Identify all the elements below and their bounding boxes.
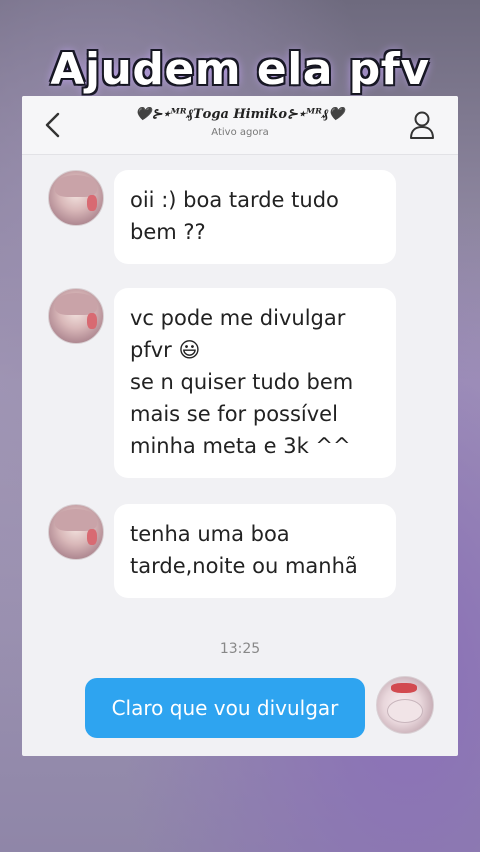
contact-avatar[interactable] — [48, 504, 104, 560]
chevron-left-icon[interactable] — [42, 112, 64, 138]
chat-window: 🖤⊱⋆ᴹᴿ₰𝑻𝒐𝒈𝒂 𝑯𝒊𝒎𝒊𝒌𝒐⊱⋆ᴹᴿ₰🖤 Ativo agora oii … — [22, 96, 458, 756]
person-icon[interactable] — [408, 110, 436, 140]
received-message: oii :) boa tarde tudo bem ?? — [114, 170, 396, 264]
received-message: tenha uma boa tarde,noite ou manhã — [114, 504, 396, 598]
chat-header: 🖤⊱⋆ᴹᴿ₰𝑻𝒐𝒈𝒂 𝑯𝒊𝒎𝒊𝒌𝒐⊱⋆ᴹᴿ₰🖤 Ativo agora — [22, 96, 458, 155]
received-message: vc pode me divulgar pfvr 😃 se n quiser t… — [114, 288, 396, 478]
message-timestamp: 13:25 — [219, 641, 261, 657]
contact-name[interactable]: 🖤⊱⋆ᴹᴿ₰𝑻𝒐𝒈𝒂 𝑯𝒊𝒎𝒊𝒌𝒐⊱⋆ᴹᴿ₰🖤 — [72, 106, 408, 122]
contact-avatar[interactable] — [48, 170, 104, 226]
contact-status: Ativo agora — [211, 127, 269, 138]
video-overlay-title: Ajudem ela pfv — [50, 44, 430, 95]
sent-message: Claro que vou divulgar — [85, 678, 365, 738]
my-avatar[interactable] — [376, 676, 434, 734]
contact-avatar[interactable] — [48, 288, 104, 344]
